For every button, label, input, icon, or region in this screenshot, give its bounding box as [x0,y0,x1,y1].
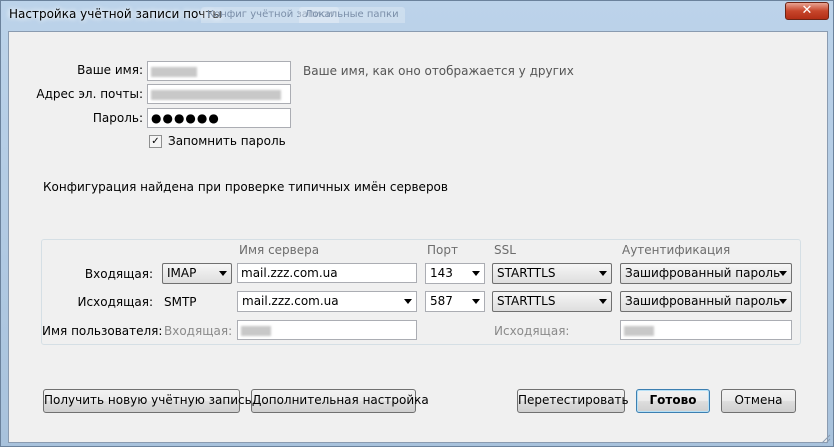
get-new-account-button[interactable]: Получить новую учётную запись [43,389,252,413]
incoming-protocol-select[interactable]: IMAP [162,263,232,284]
incoming-port-select[interactable]: 143 [425,263,485,284]
chevron-down-icon [779,271,787,276]
column-header-ssl: SSL [494,243,516,257]
remember-password-label[interactable]: Запомнить пароль [168,134,286,148]
dialog-window: Настройка учётной записи почты Конфиг уч… [0,0,834,447]
outgoing-auth-value: Зашифрованный пароль [625,294,781,308]
chevron-down-icon [779,299,787,304]
redacted-value [624,325,654,336]
incoming-ssl-select[interactable]: STARTTLS [492,263,612,284]
advanced-config-button[interactable]: Дополнительная настройка [251,389,429,413]
chevron-down-icon [219,271,227,276]
server-settings-group: Имя сервера Порт SSL Аутентификация Вход… [41,239,801,345]
incoming-auth-select[interactable]: Зашифрованный пароль [620,263,792,284]
redacted-value [151,66,197,77]
checkmark-icon: ✓ [151,136,160,147]
name-field[interactable] [147,61,291,81]
outgoing-port-value: 587 [430,294,453,308]
incoming-server-field[interactable]: mail.zzz.com.ua [237,263,417,283]
resize-grip-icon[interactable] [821,434,831,444]
outgoing-server-select[interactable]: mail.zzz.com.ua [237,291,417,312]
close-icon: ✕ [801,3,813,18]
retest-button[interactable]: Перетестировать [517,389,629,413]
name-label: Ваше имя: [77,63,143,77]
remember-password-checkbox[interactable]: ✓ [149,135,162,148]
close-button[interactable]: ✕ [785,2,829,20]
username-label: Имя пользователя: [42,324,163,338]
email-field[interactable] [147,84,291,104]
password-field[interactable]: ●●●●●● [147,108,291,128]
outgoing-auth-select[interactable]: Зашифрованный пароль [620,291,792,312]
background-tab: Локальные папки [299,7,405,23]
chevron-down-icon [472,299,480,304]
outgoing-server-value: mail.zzz.com.ua [242,294,339,308]
outgoing-ssl-select[interactable]: STARTTLS [492,291,612,312]
redacted-value [241,325,271,336]
title-bar[interactable]: Настройка учётной записи почты Конфиг уч… [1,1,834,29]
column-header-server: Имя сервера [239,243,320,257]
incoming-ssl-value: STARTTLS [497,266,556,280]
password-label: Пароль: [92,111,143,125]
cancel-button[interactable]: Отмена [721,389,796,413]
incoming-label: Входящая: [84,267,153,281]
name-hint: Ваше имя, как оно отображается у других [303,64,574,78]
outgoing-port-select[interactable]: 587 [425,291,485,312]
status-message: Конфигурация найдена при проверке типичн… [43,180,448,194]
outgoing-username-field[interactable] [620,320,792,340]
chevron-down-icon [404,299,412,304]
column-header-auth: Аутентификация [622,243,731,257]
done-button[interactable]: Готово [636,389,710,413]
dialog-client-area: Ваше имя: Ваше имя, как оно отображается… [8,31,828,443]
incoming-port-value: 143 [430,266,453,280]
outgoing-username-label: Исходящая: [494,324,570,338]
email-label: Адрес эл. почты: [36,87,143,101]
column-header-port: Порт [427,243,458,257]
incoming-protocol-value: IMAP [167,266,197,280]
redacted-value [151,89,281,100]
chevron-down-icon [472,271,480,276]
outgoing-protocol: SMTP [164,295,197,309]
incoming-auth-value: Зашифрованный пароль [625,266,781,280]
incoming-username-label: Входящая: [164,324,233,338]
incoming-username-field[interactable] [237,320,417,340]
outgoing-label: Исходящая: [77,295,153,309]
chevron-down-icon [599,299,607,304]
outgoing-ssl-value: STARTTLS [497,294,556,308]
window-title: Настройка учётной записи почты [9,7,222,21]
chevron-down-icon [599,271,607,276]
